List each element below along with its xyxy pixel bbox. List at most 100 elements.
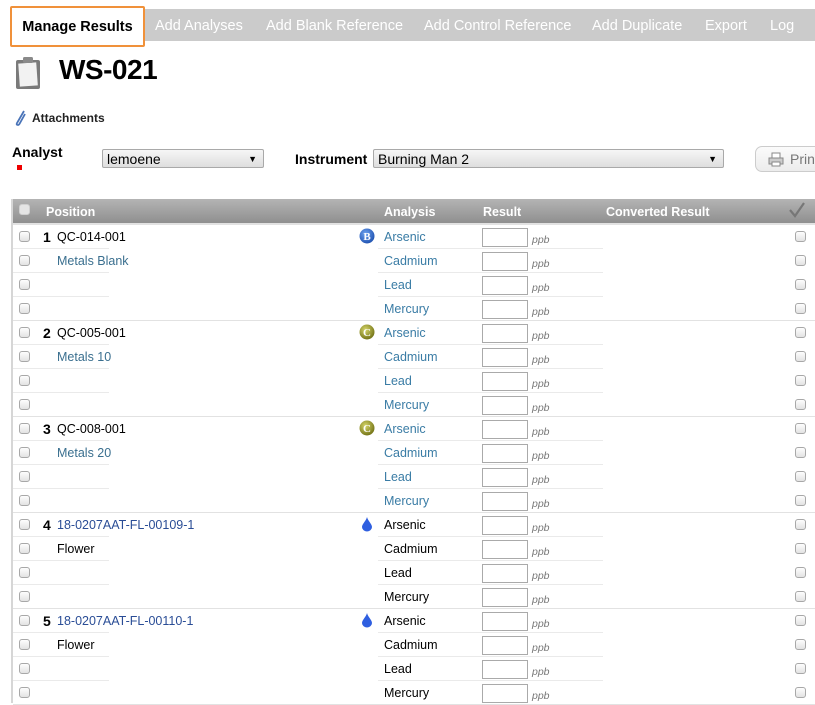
submit-checkbox[interactable] xyxy=(795,471,806,482)
row-select-checkbox[interactable] xyxy=(19,255,30,266)
sample-id-link[interactable]: 18-0207AAT-FL-00109-1 xyxy=(57,518,194,532)
result-input[interactable] xyxy=(482,372,528,391)
sample-id-link[interactable]: 18-0207AAT-FL-00110-1 xyxy=(57,614,193,628)
header-analysis: Analysis xyxy=(384,205,436,219)
submit-checkbox[interactable] xyxy=(795,519,806,530)
analysis-name: Arsenic xyxy=(384,326,426,340)
row-select-checkbox[interactable] xyxy=(19,543,30,554)
row-select-checkbox[interactable] xyxy=(19,399,30,410)
submit-checkbox[interactable] xyxy=(795,543,806,554)
row-select-checkbox[interactable] xyxy=(19,495,30,506)
row-select-checkbox[interactable] xyxy=(19,231,30,242)
select-all-checkbox[interactable] xyxy=(19,204,30,215)
result-input[interactable] xyxy=(482,300,528,319)
unit-label: ppb xyxy=(532,642,550,654)
submit-checkbox[interactable] xyxy=(795,447,806,458)
submit-checkbox[interactable] xyxy=(795,255,806,266)
submit-checkbox[interactable] xyxy=(795,231,806,242)
result-input[interactable] xyxy=(482,348,528,367)
tab-export[interactable]: Export xyxy=(705,9,747,41)
unit-label: ppb xyxy=(532,522,550,534)
table-row: 5 18-0207AAT-FL-00110-1 Arsenic ppb xyxy=(13,609,815,633)
result-input[interactable] xyxy=(482,468,528,487)
sample-id: QC-008-001 xyxy=(57,422,126,436)
table-row: 2 QC-005-001 C Arsenic ppb xyxy=(13,321,815,345)
result-input[interactable] xyxy=(482,396,528,415)
row-select-checkbox[interactable] xyxy=(19,567,30,578)
row-select-checkbox[interactable] xyxy=(19,519,30,530)
analysis-name: Lead xyxy=(384,278,412,292)
row-select-checkbox[interactable] xyxy=(19,279,30,290)
row-select-checkbox[interactable] xyxy=(19,351,30,362)
submit-checkbox[interactable] xyxy=(795,615,806,626)
submit-checkbox[interactable] xyxy=(795,495,806,506)
row-select-checkbox[interactable] xyxy=(19,639,30,650)
result-input[interactable] xyxy=(482,444,528,463)
result-input[interactable] xyxy=(482,612,528,631)
result-input[interactable] xyxy=(482,420,528,439)
result-input[interactable] xyxy=(482,228,528,247)
svg-text:C: C xyxy=(363,327,371,339)
tab-add-duplicate[interactable]: Add Duplicate xyxy=(592,9,682,41)
unit-label: ppb xyxy=(532,282,550,294)
result-input[interactable] xyxy=(482,252,528,271)
row-select-checkbox[interactable] xyxy=(19,327,30,338)
sample-subtitle: Flower xyxy=(57,638,95,652)
sample-id: QC-014-001 xyxy=(57,230,126,244)
unit-label: ppb xyxy=(532,474,550,486)
submit-checkbox[interactable] xyxy=(795,639,806,650)
submit-checkbox[interactable] xyxy=(795,423,806,434)
attachments-link[interactable]: Attachments xyxy=(14,110,105,126)
unit-label: ppb xyxy=(532,354,550,366)
submit-checkbox[interactable] xyxy=(795,327,806,338)
submit-checkbox[interactable] xyxy=(795,279,806,290)
result-input[interactable] xyxy=(482,540,528,559)
row-select-checkbox[interactable] xyxy=(19,687,30,698)
submit-checkbox[interactable] xyxy=(795,663,806,674)
submit-checkbox[interactable] xyxy=(795,351,806,362)
result-input[interactable] xyxy=(482,636,528,655)
row-select-checkbox[interactable] xyxy=(19,615,30,626)
tab-log[interactable]: Log xyxy=(770,9,794,41)
submit-checkbox[interactable] xyxy=(795,399,806,410)
row-select-checkbox[interactable] xyxy=(19,663,30,674)
submit-checkbox[interactable] xyxy=(795,687,806,698)
result-input[interactable] xyxy=(482,516,528,535)
result-input[interactable] xyxy=(482,492,528,511)
result-input[interactable] xyxy=(482,660,528,679)
analysis-name: Lead xyxy=(384,470,412,484)
submit-checkbox[interactable] xyxy=(795,591,806,602)
result-input[interactable] xyxy=(482,564,528,583)
submit-checkbox[interactable] xyxy=(795,375,806,386)
tab-add-control-reference[interactable]: Add Control Reference xyxy=(424,9,572,41)
analyst-select[interactable]: lemoene ▼ xyxy=(102,149,264,168)
tab-add-analyses[interactable]: Add Analyses xyxy=(155,9,243,41)
tab-manage-results[interactable]: Manage Results xyxy=(10,6,145,47)
header-converted-result: Converted Result xyxy=(606,205,710,219)
routine-sample-drop-icon xyxy=(359,516,375,532)
analyst-value: lemoene xyxy=(107,151,161,167)
table-row: Flower Cadmium ppb xyxy=(13,633,815,657)
unit-label: ppb xyxy=(532,594,550,606)
row-select-checkbox[interactable] xyxy=(19,375,30,386)
submit-checkbox[interactable] xyxy=(795,567,806,578)
instrument-select[interactable]: Burning Man 2 ▼ xyxy=(373,149,724,168)
result-input[interactable] xyxy=(482,324,528,343)
print-button[interactable]: Print xyxy=(755,146,815,172)
result-input[interactable] xyxy=(482,684,528,703)
sample-subtitle: Metals Blank xyxy=(57,254,129,268)
result-input[interactable] xyxy=(482,276,528,295)
table-row: Metals 10 Cadmium ppb xyxy=(13,345,815,369)
table-row: Lead ppb xyxy=(13,273,815,297)
submit-checkbox[interactable] xyxy=(795,303,806,314)
analysis-name: Cadmium xyxy=(384,350,438,364)
row-select-checkbox[interactable] xyxy=(19,471,30,482)
position-number: 1 xyxy=(43,229,51,245)
tab-add-blank-reference[interactable]: Add Blank Reference xyxy=(266,9,403,41)
result-input[interactable] xyxy=(482,588,528,607)
row-select-checkbox[interactable] xyxy=(19,423,30,434)
row-select-checkbox[interactable] xyxy=(19,447,30,458)
unit-label: ppb xyxy=(532,498,550,510)
row-select-checkbox[interactable] xyxy=(19,303,30,314)
row-select-checkbox[interactable] xyxy=(19,591,30,602)
